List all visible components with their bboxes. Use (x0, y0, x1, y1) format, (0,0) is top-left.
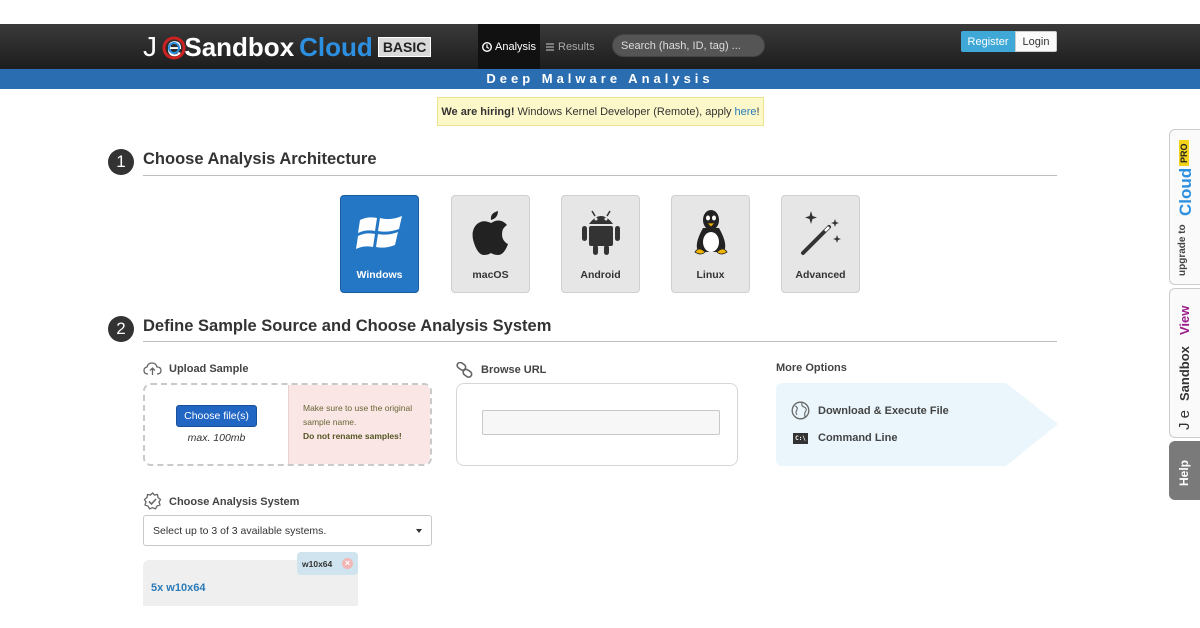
magic-wand-icon (800, 211, 841, 255)
more-options-arrow (1006, 383, 1058, 466)
step-1-number: 1 (108, 149, 134, 175)
arch-linux-button[interactable]: Linux (671, 195, 750, 293)
logo-cloud-text: Cloud (299, 31, 373, 62)
arch-macos-label: macOS (472, 269, 509, 281)
hiring-suffix: ! (756, 105, 760, 118)
arch-linux-label: Linux (696, 269, 725, 281)
upgrade-cloud-pro-tab[interactable]: upgrade to Cloud PRO (1169, 129, 1200, 285)
check-badge-icon (143, 492, 162, 510)
analysis-icon (482, 41, 493, 52)
download-execute-label: Download & Execute File (818, 404, 949, 417)
chevron-down-icon (416, 528, 422, 533)
command-line-option[interactable]: C:\ Command Line (793, 432, 897, 444)
logo-o-ring-icon (162, 36, 186, 60)
more-options-heading: More Options (776, 362, 847, 374)
side-joe-text: J e (1176, 409, 1193, 430)
analysis-system-heading: Choose Analysis System (143, 492, 299, 511)
windows-icon (355, 216, 402, 249)
help-label: Help (1177, 459, 1191, 486)
upload-max-size: max. 100mb (187, 432, 246, 444)
choose-files-button[interactable]: Choose file(s) (176, 405, 257, 427)
analysis-system-select[interactable]: Select up to 3 of 3 available systems. (143, 515, 432, 546)
arch-macos-button[interactable]: macOS (451, 195, 530, 293)
android-icon (581, 210, 620, 255)
tagline-bar: Deep Malware Analysis (0, 69, 1200, 89)
upload-note: Make sure to use the original sample nam… (303, 403, 413, 427)
analysis-system-select-text: Select up to 3 of 3 available systems. (153, 524, 327, 537)
results-list-icon (546, 42, 554, 51)
remove-tag-icon[interactable]: × (342, 558, 353, 569)
nav-tab-results[interactable]: Results (545, 24, 595, 69)
browse-url-heading: Browse URL (456, 362, 546, 378)
upload-dropzone[interactable]: Choose file(s) max. 100mb Make sure to u… (143, 383, 432, 466)
upgrade-to-text: upgrade to (1177, 224, 1188, 276)
arch-windows-button[interactable]: Windows (340, 195, 419, 293)
command-line-label: Command Line (818, 432, 898, 444)
login-button[interactable]: Login (1015, 31, 1057, 52)
browse-url-label: Browse URL (481, 364, 547, 376)
help-tab[interactable]: Help (1169, 441, 1200, 500)
url-input[interactable] (482, 410, 720, 435)
nav-tab-analysis[interactable]: Analysis (478, 24, 540, 69)
search-input[interactable] (612, 34, 765, 57)
apple-icon (472, 211, 508, 255)
system-count-link[interactable]: 5x w10x64 (151, 582, 205, 594)
register-button[interactable]: Register (961, 31, 1015, 52)
upload-warning-panel: Make sure to use the original sample nam… (288, 385, 430, 464)
hiring-link[interactable]: here (735, 106, 757, 118)
arch-advanced-label: Advanced (795, 269, 846, 281)
globe-icon (791, 401, 810, 420)
step-2-title: Define Sample Source and Choose Analysis… (143, 317, 552, 335)
side-cloud-text: Cloud (1176, 167, 1195, 216)
more-options-label: More Options (776, 362, 847, 374)
arch-windows-label: Windows (356, 269, 403, 281)
download-execute-option[interactable]: Download & Execute File (791, 401, 949, 420)
system-tag-w10x64[interactable]: w10x64 × (297, 552, 358, 575)
upload-sample-label: Upload Sample (169, 363, 249, 375)
sandbox-view-tab[interactable]: J e Sandbox View (1169, 288, 1200, 438)
side-view-text: View (1177, 305, 1192, 335)
nav-results-label: Results (558, 40, 595, 53)
step-1-title: Choose Analysis Architecture (143, 150, 377, 168)
hiring-text: Windows Kernel Developer (Remote), apply (517, 105, 732, 118)
analysis-system-label: Choose Analysis System (169, 495, 300, 508)
upload-sample-heading: Upload Sample (143, 362, 248, 376)
side-sandbox-text: Sandbox (1177, 346, 1192, 401)
nav-analysis-label: Analysis (495, 40, 536, 53)
browse-url-panel (456, 383, 738, 466)
hiring-bold-text: We are hiring! (441, 105, 515, 118)
link-chain-icon (456, 362, 473, 378)
pro-badge: PRO (1179, 140, 1189, 166)
tux-icon (693, 210, 728, 255)
terminal-icon: C:\ (793, 432, 808, 444)
arch-android-label: Android (580, 269, 621, 281)
logo-sandbox-text: Sandbox (184, 31, 295, 62)
step-2-number: 2 (108, 316, 134, 342)
more-options-panel (776, 383, 1006, 466)
edition-badge: BASIC (377, 37, 432, 57)
arch-advanced-button[interactable]: Advanced (781, 195, 860, 293)
system-tag-label: w10x64 (302, 558, 333, 569)
upload-warning: Do not rename samples! (303, 431, 402, 441)
arch-android-button[interactable]: Android (561, 195, 640, 293)
step-2-divider (143, 341, 1057, 342)
cloud-upload-icon (143, 362, 162, 375)
step-1-divider (143, 175, 1057, 176)
hiring-banner: We are hiring! Windows Kernel Developer … (437, 97, 764, 126)
